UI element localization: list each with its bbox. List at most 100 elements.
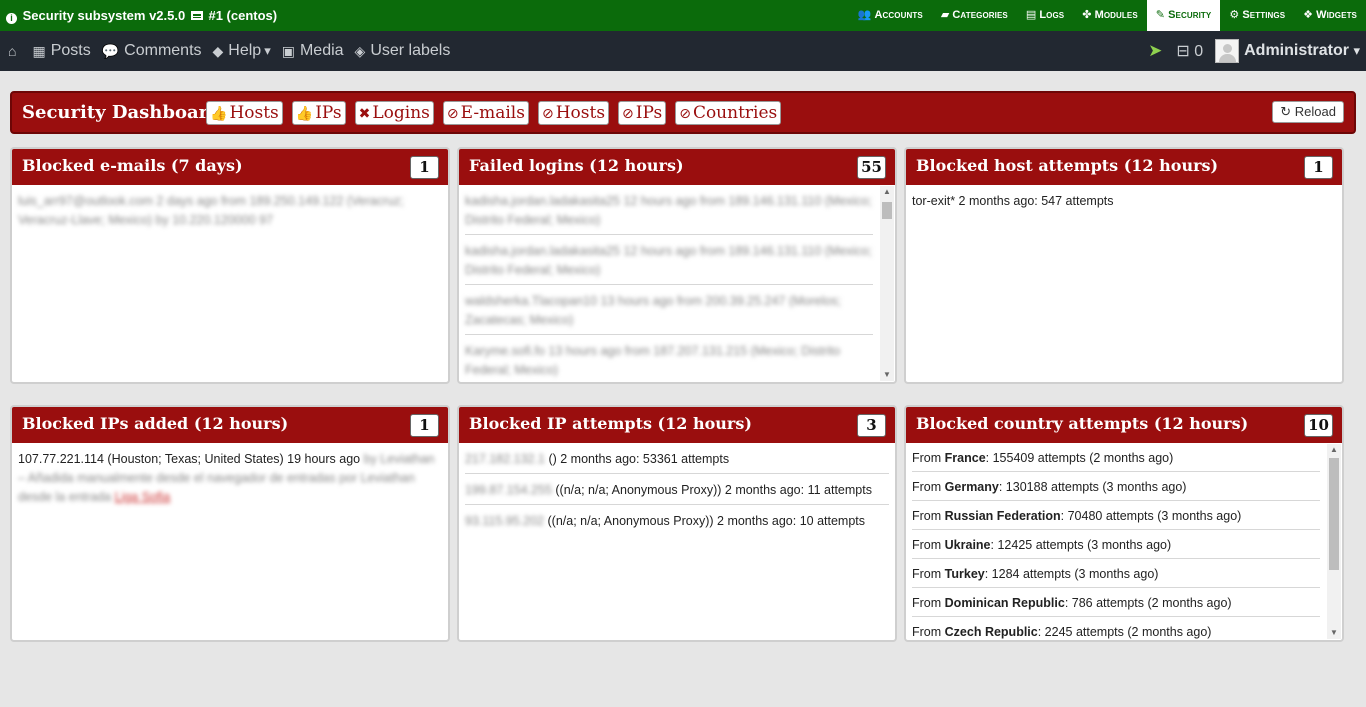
paper-plane-icon[interactable]: ➤ bbox=[1148, 41, 1162, 61]
nav-help[interactable]: ◆ Help ▾ bbox=[213, 42, 271, 60]
row-text: ((n/a; n/a; Anonymous Proxy)) 2 months a… bbox=[555, 483, 872, 497]
inbox-button[interactable]: ⊟ 0 bbox=[1176, 41, 1203, 61]
topnav-label: Security bbox=[1168, 9, 1212, 21]
panel-blocked-ip-attempts: Blocked IP attempts (12 hours) 3 217.182.… bbox=[457, 405, 897, 642]
chip-label: E-mails bbox=[460, 103, 525, 123]
panel-title: Blocked IP attempts (12 hours) bbox=[469, 414, 752, 433]
nav-label: Posts bbox=[50, 42, 91, 59]
panel-blocked-ips-added: Blocked IPs added (12 hours) 1 107.77.221… bbox=[10, 405, 450, 642]
redacted-ip: 93.115.95.202 bbox=[465, 514, 545, 528]
country-name: Turkey bbox=[944, 567, 985, 581]
list-item: From Turkey: 1284 attempts (3 months ago… bbox=[912, 559, 1320, 588]
row-text: : 155409 attempts (2 months ago) bbox=[985, 451, 1174, 465]
list-item: From Dominican Republic: 786 attempts (2… bbox=[912, 588, 1320, 617]
redacted-text: kadisha.jordan.ladakasita25 12 hours ago… bbox=[465, 244, 872, 277]
caret-down-icon: ▾ bbox=[264, 43, 271, 58]
chip-blocked-ips[interactable]: ⊘ IPs bbox=[618, 101, 667, 125]
row-text: : 2245 attempts (2 months ago) bbox=[1037, 625, 1212, 639]
list-item: From Russian Federation: 70480 attempts … bbox=[912, 501, 1320, 530]
home-link[interactable]: ⌂ bbox=[8, 43, 21, 59]
chip-allowed-hosts[interactable]: 👍 Hosts bbox=[206, 101, 283, 125]
entry-link[interactable]: Liga Sofia bbox=[115, 490, 171, 504]
nav-label: Media bbox=[299, 42, 344, 59]
chip-blocked-hosts[interactable]: ⊘ Hosts bbox=[537, 101, 610, 125]
chip-allowed-ips[interactable]: 👍 IPs bbox=[291, 101, 346, 125]
scrollbar[interactable]: ▲ ▼ bbox=[1327, 444, 1341, 639]
chip-blocked-emails[interactable]: ⊘ E-mails bbox=[442, 101, 529, 125]
chip-label: Hosts bbox=[555, 103, 606, 123]
nav-user-labels[interactable]: ◈ User labels bbox=[355, 42, 451, 60]
chip-logins[interactable]: ✖ Logins bbox=[354, 101, 434, 125]
count-badge: 1 bbox=[1304, 156, 1333, 179]
panel-blocked-emails: Blocked e-mails (7 days) 1 luis_arr97@out… bbox=[10, 147, 450, 384]
list-item: 199.87.154.255 ((n/a; n/a; Anonymous Pro… bbox=[465, 474, 889, 505]
topnav-label: Accounts bbox=[874, 9, 923, 21]
scroll-up-icon[interactable]: ▲ bbox=[1327, 444, 1341, 456]
file-icon: ▤ bbox=[1025, 9, 1037, 21]
refresh-icon: ↻ bbox=[1280, 104, 1292, 119]
topnav-label: Settings bbox=[1242, 9, 1286, 21]
count-badge: 3 bbox=[857, 414, 886, 437]
redacted-ip: 199.87.154.255 bbox=[465, 483, 552, 497]
scrollbar[interactable]: ▲ ▼ bbox=[880, 186, 894, 381]
list-item: 93.115.95.202 ((n/a; n/a; Anonymous Prox… bbox=[465, 505, 889, 535]
app-brand[interactable]: i Security subsystem v2.5.0 #1 (centos) bbox=[6, 0, 277, 31]
gears-icon: ⚙ bbox=[1229, 9, 1240, 21]
chip-label: Countries bbox=[692, 103, 778, 123]
topnav-categories[interactable]: ▰ Categories bbox=[932, 0, 1017, 31]
caret-down-icon: ▾ bbox=[1353, 43, 1360, 58]
scrollbar-thumb[interactable] bbox=[882, 202, 892, 219]
puzzle-icon: ✤ bbox=[1082, 9, 1092, 21]
topnav-modules[interactable]: ✤ Modules bbox=[1073, 0, 1147, 31]
user-name: Administrator bbox=[1244, 42, 1350, 59]
country-name: Ukraine bbox=[944, 538, 991, 552]
inbox-count: 0 bbox=[1194, 43, 1204, 60]
redacted-text: waldsherka.Tlacopan10 13 hours ago from … bbox=[465, 294, 841, 327]
list-item: From Czech Republic: 2245 attempts (2 mo… bbox=[912, 617, 1320, 640]
inbox-icon: ⊟ bbox=[1176, 43, 1190, 60]
list-item: From Germany: 130188 attempts (3 months … bbox=[912, 472, 1320, 501]
list-item: luis_arr97@outlook.com 2 days ago from 1… bbox=[18, 185, 442, 234]
topnav-label: Categories bbox=[952, 9, 1008, 21]
scrollbar-thumb[interactable] bbox=[1329, 458, 1339, 570]
chip-label: Hosts bbox=[229, 103, 279, 123]
thumbs-up-icon: 👍 bbox=[210, 106, 228, 122]
topnav-settings[interactable]: ⚙ Settings bbox=[1220, 0, 1294, 31]
from-label: From bbox=[912, 480, 942, 494]
avatar[interactable] bbox=[1215, 39, 1240, 63]
topnav-security[interactable]: ✎ Security bbox=[1146, 0, 1221, 31]
pencil-icon: ✎ bbox=[1155, 9, 1166, 21]
panel-failed-logins: Failed logins (12 hours) 55 kadisha.jorda… bbox=[457, 147, 897, 384]
panel-title: Failed logins (12 hours) bbox=[469, 156, 684, 175]
brand-suffix: #1 (centos) bbox=[208, 8, 278, 23]
nav-media[interactable]: ▣ Media bbox=[282, 42, 344, 60]
nav-label: Help bbox=[228, 42, 262, 59]
from-label: From bbox=[912, 451, 942, 465]
list-item: Karyme.sofi.fo 13 hours ago from 187.207… bbox=[465, 335, 873, 382]
row-text: ((n/a; n/a; Anonymous Proxy)) 2 months a… bbox=[547, 514, 866, 528]
page-title: Security Dashboard bbox=[22, 102, 221, 123]
reload-button[interactable]: ↻ Reload bbox=[1272, 101, 1344, 123]
chip-blocked-countries[interactable]: ⊘ Countries bbox=[675, 101, 782, 125]
redacted-ip: 217.182.132.1 bbox=[465, 452, 545, 466]
list-item: 217.182.132.1 () 2 months ago: 53361 att… bbox=[465, 443, 889, 474]
topnav-accounts[interactable]: 👥 Accounts bbox=[849, 0, 932, 31]
scroll-up-icon[interactable]: ▲ bbox=[880, 186, 894, 198]
user-menu[interactable]: Administrator ▾ bbox=[1244, 42, 1360, 60]
list-item: 107.77.221.114 (Houston; Texas; United S… bbox=[18, 443, 442, 511]
nav-posts[interactable]: ▦ Posts bbox=[32, 42, 90, 60]
row-text: tor-exit* 2 months ago: 547 attempts bbox=[912, 194, 1114, 208]
top-bar: i Security subsystem v2.5.0 #1 (centos) … bbox=[0, 0, 1366, 31]
topnav-widgets[interactable]: ❖ Widgets bbox=[1294, 0, 1366, 31]
topnav-label: Modules bbox=[1094, 9, 1138, 21]
nav-comments[interactable]: 💬 Comments bbox=[102, 42, 202, 60]
scroll-down-icon[interactable]: ▼ bbox=[880, 369, 894, 381]
reload-label: Reload bbox=[1294, 104, 1336, 119]
ban-icon: ⊘ bbox=[541, 106, 554, 122]
list-item: tor-exit* 2 months ago: 547 attempts bbox=[912, 185, 1336, 215]
count-badge: 10 bbox=[1304, 414, 1333, 437]
country-name: France bbox=[944, 451, 986, 465]
topnav-logs[interactable]: ▤ Logs bbox=[1017, 0, 1073, 31]
scroll-down-icon[interactable]: ▼ bbox=[1327, 627, 1341, 639]
nav-label: Comments bbox=[124, 42, 202, 59]
